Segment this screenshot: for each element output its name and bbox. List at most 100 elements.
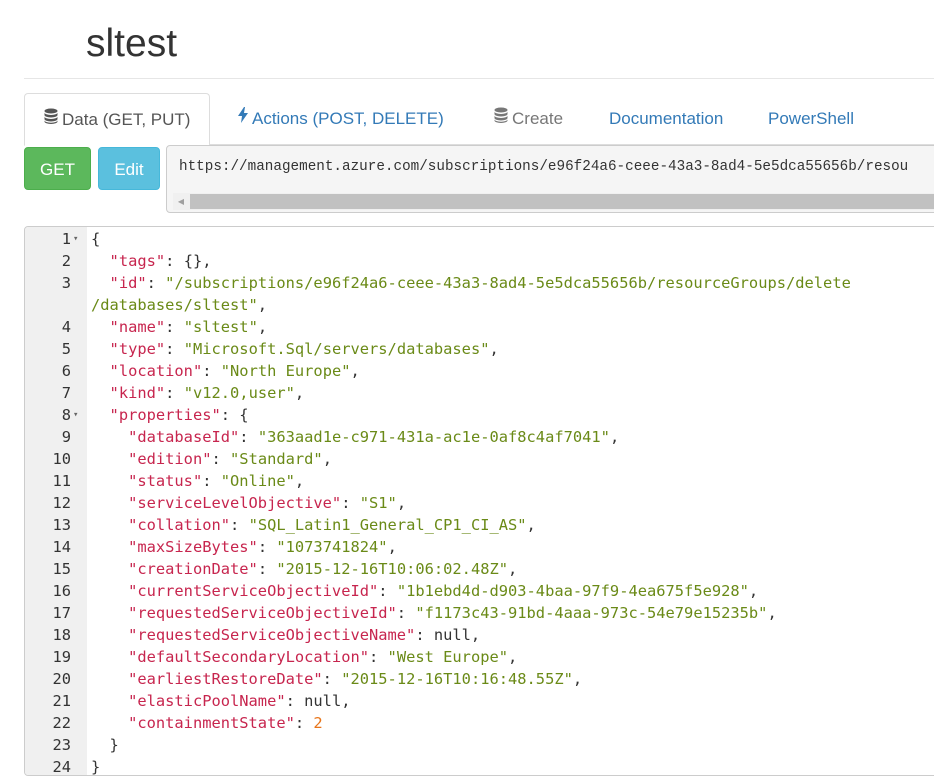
code-text: } <box>91 734 119 756</box>
code-token: , <box>767 604 777 622</box>
code-text: "name": "sltest", <box>91 316 268 338</box>
code-line: 11 "status": "Online", <box>25 470 934 492</box>
edit-button[interactable]: Edit <box>98 147 160 190</box>
fold-arrow-icon[interactable]: ▾ <box>73 404 78 426</box>
code-token: "edition" <box>128 450 212 468</box>
code-token: "containmentState" <box>128 714 295 732</box>
line-number: 1 <box>61 230 71 248</box>
code-line: 15 "creationDate": "2015-12-16T10:06:02.… <box>25 558 934 580</box>
code-token: "West Europe" <box>387 648 509 666</box>
code-token: "name" <box>109 318 166 336</box>
json-editor[interactable]: 1 ▾{2 "tags": {}, 3 "id": "/subscriptions/… <box>24 226 934 776</box>
code-token: : null, <box>285 692 351 710</box>
line-number: 13 <box>52 516 71 534</box>
code-token: "currentServiceObjectiveId" <box>128 582 379 600</box>
code-line: 14 "maxSizeBytes": "1073741824", <box>25 536 934 558</box>
code-text: /databases/sltest", <box>91 294 267 316</box>
code-token: : <box>146 274 166 292</box>
url-text: https://management.azure.com/subscriptio… <box>179 159 909 175</box>
url-horizontal-scrollbar[interactable]: ◀ <box>173 193 934 210</box>
line-number: 19 <box>52 648 71 666</box>
code-text: "requestedServiceObjectiveName": null, <box>91 624 480 646</box>
code-token: : <box>322 670 342 688</box>
code-text: "creationDate": "2015-12-16T10:06:02.48Z… <box>91 558 517 580</box>
code-token: , <box>508 560 518 578</box>
code-token: , <box>350 362 360 380</box>
code-text: "status": "Online", <box>91 470 304 492</box>
code-token: : <box>230 516 249 534</box>
code-token: "serviceLevelObjective" <box>128 494 342 512</box>
fold-arrow-icon[interactable]: ▾ <box>73 228 78 250</box>
url-field[interactable]: https://management.azure.com/subscriptio… <box>166 145 934 213</box>
code-token: : <box>165 318 184 336</box>
tab-powershell[interactable]: PowerShell <box>768 93 854 145</box>
code-text: "edition": "Standard", <box>91 448 332 470</box>
tab-actions-label: Actions (POST, DELETE) <box>252 109 444 128</box>
code-token: , <box>257 296 268 314</box>
code-token: : null, <box>415 626 481 644</box>
code-token: "earliestRestoreDate" <box>128 670 323 688</box>
tab-actions[interactable]: Actions (POST, DELETE) <box>238 93 444 145</box>
code-token: "creationDate" <box>128 560 258 578</box>
code-line: 7 "kind": "v12.0,user", <box>25 382 934 404</box>
code-token: , <box>257 318 268 336</box>
get-button[interactable]: GET <box>24 147 91 190</box>
code-token: "1073741824" <box>276 538 388 556</box>
code-token: , <box>396 494 407 512</box>
scroll-left-arrow-icon[interactable]: ◀ <box>173 193 189 210</box>
code-token: "S1" <box>359 494 397 512</box>
code-token: : <box>202 362 221 380</box>
code-token: "properties" <box>109 406 221 424</box>
code-text: "properties": { <box>91 404 249 426</box>
code-token: "requestedServiceObjectiveId" <box>128 604 397 622</box>
code-token: "kind" <box>109 384 166 402</box>
code-token: , <box>294 384 305 402</box>
line-number: 15 <box>52 560 71 578</box>
database-icon <box>494 92 508 144</box>
code-text: "elasticPoolName": null, <box>91 690 350 712</box>
code-token: "sltest" <box>183 318 258 336</box>
code-text: "requestedServiceObjectiveId": "f1173c43… <box>91 602 777 624</box>
code-line: 3 "id": "/subscriptions/e96f24a6-ceee-43… <box>25 272 934 294</box>
code-token: : <box>165 340 184 358</box>
line-number: 5 <box>61 340 71 358</box>
line-number: 20 <box>52 670 71 688</box>
scrollbar-thumb[interactable] <box>190 194 934 209</box>
code-token: , <box>322 450 332 468</box>
line-number: 18 <box>52 626 71 644</box>
tab-data[interactable]: Data (GET, PUT) <box>24 93 211 146</box>
code-line: 2 "tags": {}, <box>25 250 934 272</box>
code-token: : <box>239 428 258 446</box>
tab-documentation[interactable]: Documentation <box>609 93 723 145</box>
code-token: "v12.0,user" <box>183 384 295 402</box>
code-token: : <box>378 582 397 600</box>
code-token: : <box>165 384 184 402</box>
line-number: 8 <box>61 406 71 424</box>
tab-create[interactable]: Create <box>494 93 563 145</box>
code-token: "Online" <box>220 472 295 490</box>
line-number: 3 <box>61 274 71 292</box>
code-token: : <box>396 604 416 622</box>
code-text: "serviceLevelObjective": "S1", <box>91 492 406 514</box>
code-token: "defaultSecondaryLocation" <box>128 648 369 666</box>
page-title: sltest <box>86 22 178 65</box>
line-number: 17 <box>52 604 71 622</box>
code-token: "elasticPoolName" <box>128 692 286 710</box>
code-token: : <box>257 538 277 556</box>
tab-bar: Data (GET, PUT) Actions (POST, DELETE) C… <box>24 93 934 146</box>
line-number: 6 <box>61 362 71 380</box>
code-text: "currentServiceObjectiveId": "1b1ebd4d-d… <box>91 580 758 602</box>
code-text: "kind": "v12.0,user", <box>91 382 305 404</box>
code-line: 9 "databaseId": "363aad1e-c971-431a-ac1e… <box>25 426 934 448</box>
code-token: : <box>369 648 388 666</box>
code-token: "maxSizeBytes" <box>128 538 258 556</box>
line-number: 14 <box>52 538 71 556</box>
code-token: , <box>489 340 499 358</box>
